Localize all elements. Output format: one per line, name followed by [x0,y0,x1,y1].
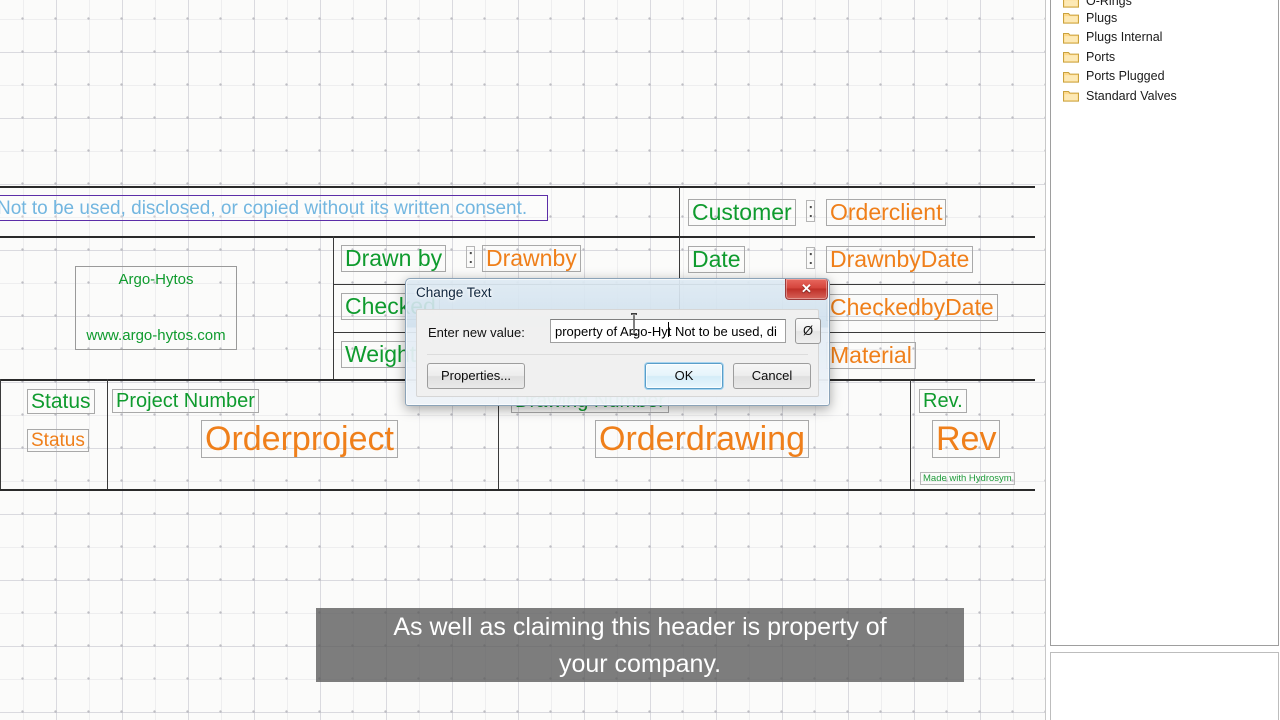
change-text-dialog: Change Text ✕ Enter new value: Ø Propert… [405,278,830,406]
field-label-status[interactable]: Status [27,389,95,414]
field-label-rev[interactable]: Rev. [919,389,967,413]
company-url: www.argo-hytos.com [86,327,226,344]
folder-icon [1063,70,1079,83]
field-value-checkedbydate[interactable]: CheckedbyDate [826,294,998,321]
field-value-drawnbydate[interactable]: DrawnbyDate [826,246,974,273]
dialog-field-row: Enter new value: Ø [417,318,821,348]
frame-line [0,186,1035,188]
frame-line [0,489,1035,491]
field-value-orderdrawing[interactable]: Orderdrawing [595,420,809,458]
cancel-button[interactable]: Cancel [733,363,811,389]
hydrosym-watermark: Made with Hydrosym [920,472,1015,485]
dialog-body: Enter new value: Ø Properties... OK Canc… [416,309,821,397]
field-value-rev[interactable]: Rev [932,420,1001,458]
tree-item-o-rings[interactable]: O-Rings [1051,0,1278,8]
diameter-symbol-button[interactable]: Ø [795,318,821,344]
close-glyph: ✕ [801,281,812,296]
preview-panel[interactable] [1050,652,1279,720]
field-value-orderclient[interactable]: Orderclient [826,199,947,226]
tree-item-ports[interactable]: Ports [1051,47,1278,67]
field-label-project-number[interactable]: Project Number [112,389,259,413]
selected-text-entity[interactable]: Not to be used, disclosed, or copied wit… [0,195,548,221]
company-name: Argo-Hytos [118,271,194,288]
dialog-divider [427,354,808,355]
ok-button[interactable]: OK [645,363,723,389]
frame-line [107,379,108,489]
tree-item-plugs[interactable]: Plugs [1051,8,1278,28]
tree-item-ports-plugged[interactable]: Ports Plugged [1051,67,1278,87]
enter-new-value-label: Enter new value: [428,325,525,340]
copyright-text: Not to be used, disclosed, or copied wit… [0,198,528,219]
tree-item-standard-valves[interactable]: Standard Valves [1051,86,1278,106]
properties-button[interactable]: Properties... [427,363,525,389]
frame-line [910,379,911,489]
symbol-library-tree[interactable]: O-Rings Plugs Plugs Internal Ports Ports… [1050,0,1279,646]
separator-colon: : [806,200,815,222]
field-value-material[interactable]: Material [826,342,916,369]
tree-item-label: Plugs Internal [1086,30,1163,45]
dialog-title: Change Text [416,285,492,300]
field-label-drawn-by[interactable]: Drawn by [341,245,447,272]
tree-item-label: Plugs [1086,10,1118,25]
folder-icon [1063,11,1079,24]
field-value-orderproject[interactable]: Orderproject [201,420,398,458]
field-value-drawnby[interactable]: Drawnby [482,245,581,272]
dialog-title-bar[interactable]: Change Text ✕ [406,279,829,308]
text-caret [668,322,669,337]
field-label-date[interactable]: Date [688,246,745,273]
field-label-customer[interactable]: Customer [688,199,796,226]
tree-item-label: O-Rings [1086,0,1132,8]
tree-item-plugs-internal[interactable]: Plugs Internal [1051,28,1278,48]
field-value-status[interactable]: Status [27,429,89,452]
folder-icon [1063,50,1079,63]
close-icon[interactable]: ✕ [785,279,828,300]
video-caption: As well as claiming this header is prope… [316,608,964,682]
company-logo-box[interactable]: Argo-Hytos www.argo-hytos.com [75,266,237,350]
folder-icon [1063,0,1079,8]
tree-item-label: Ports Plugged [1086,69,1165,84]
folder-icon [1063,31,1079,44]
app-window: Not to be used, disclosed, or copied wit… [0,0,1280,720]
frame-line [0,236,1035,238]
right-rail: O-Rings Plugs Plugs Internal Ports Ports… [1045,0,1280,720]
separator-colon: : [806,247,815,269]
tree-item-label: Standard Valves [1086,88,1177,103]
folder-icon [1063,89,1079,102]
frame-line [333,236,334,379]
tree-item-label: Ports [1086,49,1116,64]
separator-colon: : [466,246,475,268]
frame-line [0,379,1,489]
caption-text: As well as claiming this header is prope… [393,613,887,678]
